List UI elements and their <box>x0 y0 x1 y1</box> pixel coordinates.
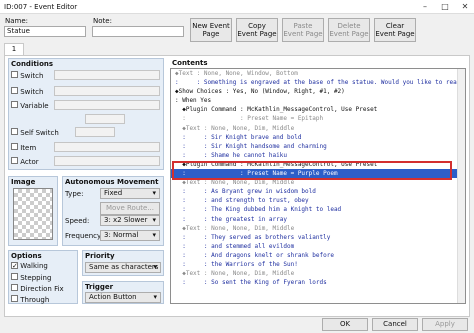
type-label: Type: <box>65 190 84 198</box>
delete-page-button[interactable]: Delete Event Page <box>328 18 370 42</box>
options-title: Options <box>11 252 42 260</box>
switch2-row[interactable]: Switch <box>11 87 43 96</box>
frequency-select[interactable]: 3: Normal <box>100 230 160 241</box>
variable-field <box>54 100 160 110</box>
self-switch-label: Self Switch <box>20 129 59 137</box>
command-line[interactable]: : : Shame he cannot haiku <box>171 151 465 160</box>
command-line[interactable]: : : Sir Knight handsome and charming <box>171 142 465 151</box>
command-line[interactable]: : : and strength to trust, obey <box>171 196 465 205</box>
variable-checkbox[interactable] <box>11 101 18 108</box>
command-line[interactable]: : : And dragons knelt or shrank before <box>171 251 465 260</box>
conditions-title: Conditions <box>11 60 54 68</box>
switch1-label: Switch <box>20 72 44 80</box>
through-checkbox[interactable] <box>11 295 18 302</box>
command-line[interactable]: ◆Text : None, None, Dim, Middle <box>171 269 465 278</box>
autonomous-title: Autonomous Movement <box>65 178 159 186</box>
command-line[interactable]: ◆Show Choices : Yes, No (Window, Right, … <box>171 87 465 96</box>
event-image-preview[interactable] <box>13 188 53 240</box>
apply-button[interactable]: Apply <box>422 318 468 331</box>
item-field <box>54 142 160 152</box>
self-switch-checkbox[interactable] <box>11 128 18 135</box>
tab-page-1[interactable]: 1 <box>4 43 24 55</box>
item-row[interactable]: Item <box>11 143 36 152</box>
switch2-label: Switch <box>20 88 44 96</box>
self-switch-row[interactable]: Self Switch <box>11 128 59 137</box>
variable-value-field <box>85 114 125 124</box>
frequency-label: Frequency: <box>65 232 104 240</box>
command-line[interactable]: : : They served as brothers valiantly <box>171 233 465 242</box>
variable-row[interactable]: Variable <box>11 101 49 110</box>
walking-label: Walking <box>20 262 48 270</box>
type-select[interactable]: Fixed <box>100 188 160 199</box>
command-line[interactable]: : : the greatest in array <box>171 215 465 224</box>
actor-field <box>54 156 160 166</box>
actor-row[interactable]: Actor <box>11 157 39 166</box>
item-label: Item <box>20 144 37 152</box>
name-label: Name: <box>5 17 29 25</box>
close-button[interactable]: ✕ <box>458 0 472 14</box>
command-line[interactable]: : : Sir Knight brave and bold <box>171 133 465 142</box>
priority-title: Priority <box>85 252 115 260</box>
speed-select[interactable]: 3: x2 Slower <box>100 215 160 226</box>
ok-button[interactable]: OK <box>322 318 368 331</box>
actor-checkbox[interactable] <box>11 157 18 164</box>
stepping-row[interactable]: Stepping <box>11 273 51 282</box>
switch1-checkbox[interactable] <box>11 71 18 78</box>
through-label: Through <box>20 296 50 304</box>
direction-fix-row[interactable]: Direction Fix <box>11 284 64 293</box>
window-title: ID:007 - Event Editor <box>4 3 78 11</box>
command-line[interactable]: : : Something is engraved at the base of… <box>171 78 465 87</box>
command-line[interactable]: : : the Warriors of the Sun! <box>171 260 465 269</box>
switch2-checkbox[interactable] <box>11 87 18 94</box>
command-line[interactable]: ◆Text : None, None, Window, Bottom <box>171 69 465 78</box>
cancel-button[interactable]: Cancel <box>372 318 418 331</box>
clear-page-button[interactable]: Clear Event Page <box>374 18 416 42</box>
title-bar: ID:007 - Event Editor <box>0 0 474 14</box>
command-line[interactable]: : : and stemmed all evildom <box>171 242 465 251</box>
image-title: Image <box>11 178 36 186</box>
through-row[interactable]: Through <box>11 295 49 304</box>
contents-list[interactable]: ◆Text : None, None, Window, Bottom: : So… <box>170 68 466 304</box>
command-line[interactable]: : : Preset Name = Epitaph <box>171 114 465 123</box>
command-line[interactable]: ◆Plugin Command : McKathlin_MessageContr… <box>171 105 465 114</box>
command-line[interactable]: : When Yes <box>171 96 465 105</box>
switch1-row[interactable]: Switch <box>11 71 43 80</box>
priority-select[interactable]: Same as characters <box>85 262 161 273</box>
command-line[interactable]: ◆Text : None, None, Dim, Middle <box>171 224 465 233</box>
name-input[interactable]: Statue <box>4 26 86 37</box>
command-line[interactable]: : : As Bryant grew in wisdom bold <box>171 187 465 196</box>
variable-label: Variable <box>20 102 49 110</box>
copy-page-button[interactable]: Copy Event Page <box>236 18 278 42</box>
new-page-button[interactable]: New Event Page <box>190 18 232 42</box>
contents-title: Contents <box>172 59 208 67</box>
minimize-button[interactable]: – <box>418 0 432 14</box>
trigger-select[interactable]: Action Button <box>85 292 161 303</box>
command-line[interactable]: : : So sent the King of Fyeran lords <box>171 278 465 287</box>
switch1-field <box>54 70 160 80</box>
maximize-button[interactable]: □ <box>438 0 452 14</box>
note-input[interactable] <box>92 26 184 37</box>
self-switch-field <box>75 127 115 137</box>
note-label: Note: <box>93 17 112 25</box>
direction-fix-checkbox[interactable] <box>11 284 18 291</box>
item-checkbox[interactable] <box>11 143 18 150</box>
actor-label: Actor <box>20 158 39 166</box>
move-route-button[interactable]: Move Route... <box>100 202 160 215</box>
command-line[interactable]: ◆Text : None, None, Dim, Middle <box>171 124 465 133</box>
walking-row[interactable]: Walking <box>11 262 48 270</box>
direction-fix-label: Direction Fix <box>20 285 64 293</box>
command-line[interactable]: : : The King dubbed him a Knight to lead <box>171 205 465 214</box>
highlight-box <box>172 161 452 180</box>
paste-page-button[interactable]: Paste Event Page <box>282 18 324 42</box>
speed-label: Speed: <box>65 217 90 225</box>
walking-checkbox[interactable] <box>11 262 18 269</box>
contents-scrollbar[interactable] <box>457 69 465 303</box>
stepping-checkbox[interactable] <box>11 273 18 280</box>
switch2-field <box>54 86 160 96</box>
stepping-label: Stepping <box>20 274 52 282</box>
trigger-title: Trigger <box>85 283 114 291</box>
